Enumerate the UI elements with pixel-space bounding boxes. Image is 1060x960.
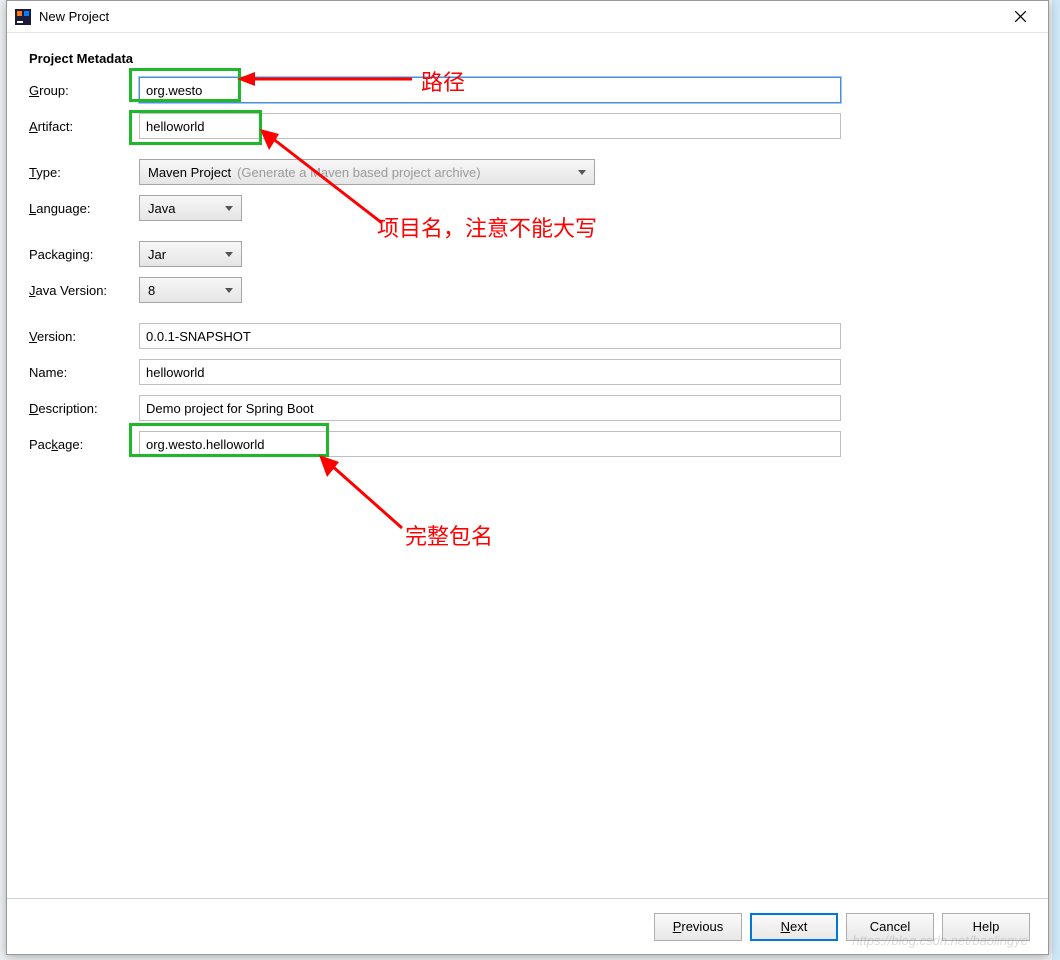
row-package: Package:: [29, 430, 1026, 458]
label-packaging: Packaging:: [29, 247, 139, 262]
row-name: Name:: [29, 358, 1026, 386]
label-version: Version:: [29, 329, 139, 344]
previous-button[interactable]: Previous: [654, 913, 742, 941]
type-select[interactable]: Maven Project (Generate a Maven based pr…: [139, 159, 595, 185]
row-description: Description:: [29, 394, 1026, 422]
watermark: https://blog.csdn.net/baolingye: [852, 933, 1028, 948]
dialog-content: Project Metadata Group: Artifact: Type: …: [7, 33, 1048, 898]
label-description: Description:: [29, 401, 139, 416]
group-input[interactable]: [139, 77, 841, 103]
java-version-select[interactable]: 8: [139, 277, 242, 303]
language-select[interactable]: Java: [139, 195, 242, 221]
section-title: Project Metadata: [29, 51, 1026, 66]
window-title: New Project: [39, 9, 1000, 24]
type-value: Maven Project: [148, 165, 231, 180]
desktop-right-edge: [1052, 0, 1060, 960]
label-name: Name:: [29, 365, 139, 380]
annotation-full-package: 完整包名: [405, 519, 493, 551]
new-project-dialog: New Project Project Metadata Group: Arti…: [6, 0, 1049, 955]
type-hint: (Generate a Maven based project archive): [237, 165, 481, 180]
row-type: Type: Maven Project (Generate a Maven ba…: [29, 158, 1026, 186]
packaging-value: Jar: [148, 247, 166, 262]
row-java-version: Java Version: 8: [29, 276, 1026, 304]
label-group: Group:: [29, 83, 139, 98]
label-java-version: Java Version:: [29, 283, 139, 298]
intellij-icon: [15, 9, 31, 25]
titlebar: New Project: [7, 1, 1048, 33]
description-input[interactable]: [139, 395, 841, 421]
next-button[interactable]: Next: [750, 913, 838, 941]
label-package: Package:: [29, 437, 139, 452]
arrow-full-package: [317, 453, 407, 533]
label-type: Type:: [29, 165, 139, 180]
row-version: Version:: [29, 322, 1026, 350]
label-artifact: Artifact:: [29, 119, 139, 134]
close-icon: [1015, 11, 1026, 22]
artifact-input[interactable]: [139, 113, 841, 139]
row-group: Group:: [29, 76, 1026, 104]
language-value: Java: [148, 201, 175, 216]
java-version-value: 8: [148, 283, 155, 298]
name-input[interactable]: [139, 359, 841, 385]
close-button[interactable]: [1000, 3, 1040, 31]
row-packaging: Packaging: Jar: [29, 240, 1026, 268]
label-language: Language:: [29, 201, 139, 216]
row-language: Language: Java: [29, 194, 1026, 222]
packaging-select[interactable]: Jar: [139, 241, 242, 267]
row-artifact: Artifact:: [29, 112, 1026, 140]
package-input[interactable]: [139, 431, 841, 457]
version-input[interactable]: [139, 323, 841, 349]
